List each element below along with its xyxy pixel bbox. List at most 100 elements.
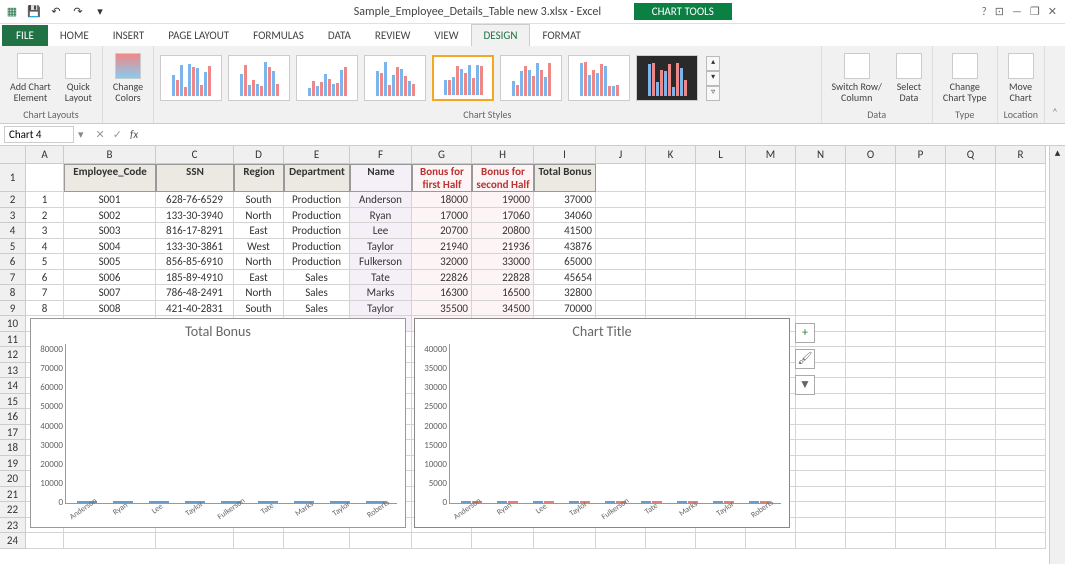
cell[interactable] <box>646 533 696 549</box>
col-header[interactable]: R <box>996 146 1046 164</box>
col-header[interactable]: N <box>796 146 846 164</box>
cell[interactable] <box>896 270 946 286</box>
cell[interactable] <box>846 192 896 208</box>
cell[interactable]: 16300 <box>412 285 472 301</box>
cell[interactable] <box>896 301 946 317</box>
cell[interactable]: Marks <box>350 285 412 301</box>
cell[interactable] <box>696 254 746 270</box>
style-down-icon[interactable]: ▾ <box>706 71 720 86</box>
cell[interactable] <box>796 518 846 534</box>
cell[interactable] <box>796 223 846 239</box>
ribbon-opts-icon[interactable]: ⊡ <box>995 5 1004 18</box>
cell[interactable] <box>996 363 1046 379</box>
minimize-icon[interactable]: — <box>1012 5 1022 18</box>
cell[interactable] <box>846 394 896 410</box>
tab-file[interactable]: FILE <box>2 25 48 46</box>
select-data-button[interactable]: Select Data <box>892 51 926 105</box>
cell[interactable] <box>646 301 696 317</box>
cell[interactable] <box>946 285 996 301</box>
cell[interactable] <box>946 316 996 332</box>
cell[interactable] <box>996 254 1046 270</box>
quick-layout-button[interactable]: Quick Layout <box>61 51 96 105</box>
cell[interactable] <box>846 223 896 239</box>
cell[interactable]: S002 <box>64 208 156 224</box>
cell[interactable]: 2 <box>26 208 64 224</box>
cell[interactable] <box>846 533 896 549</box>
cell[interactable] <box>796 425 846 441</box>
cell[interactable] <box>996 192 1046 208</box>
cell[interactable] <box>996 270 1046 286</box>
cell[interactable] <box>746 239 796 255</box>
cell[interactable] <box>896 456 946 472</box>
cell[interactable]: 70000 <box>534 301 596 317</box>
collapse-ribbon-icon[interactable]: ˄ <box>1045 106 1065 123</box>
cell[interactable] <box>696 223 746 239</box>
cell[interactable] <box>746 223 796 239</box>
chart-style-2[interactable] <box>228 55 290 101</box>
row-header[interactable]: 3 <box>0 208 26 224</box>
cell[interactable] <box>646 270 696 286</box>
cell[interactable] <box>64 533 156 549</box>
cell[interactable] <box>946 440 996 456</box>
chart-filters-button[interactable]: ▼ <box>795 375 815 395</box>
cell[interactable] <box>746 301 796 317</box>
header-cell[interactable] <box>796 164 846 192</box>
tab-home[interactable]: HOME <box>48 25 101 46</box>
name-box[interactable] <box>4 126 74 143</box>
cell[interactable] <box>896 425 946 441</box>
cell[interactable]: 133-30-3940 <box>156 208 234 224</box>
cell[interactable] <box>696 208 746 224</box>
cell[interactable] <box>846 502 896 518</box>
cell[interactable] <box>846 409 896 425</box>
cell[interactable] <box>26 533 64 549</box>
cell[interactable]: 20700 <box>412 223 472 239</box>
help-icon[interactable]: ? <box>982 5 987 18</box>
cell[interactable] <box>896 471 946 487</box>
cell[interactable]: North <box>234 208 284 224</box>
cell[interactable]: 1 <box>26 192 64 208</box>
cell[interactable]: East <box>234 223 284 239</box>
cell[interactable]: S003 <box>64 223 156 239</box>
col-header[interactable]: D <box>234 146 284 164</box>
col-header[interactable]: E <box>284 146 350 164</box>
switch-row-col-button[interactable]: Switch Row/ Column <box>828 51 886 105</box>
cell[interactable]: North <box>234 254 284 270</box>
cell[interactable]: S006 <box>64 270 156 286</box>
cell[interactable] <box>946 456 996 472</box>
cell[interactable]: 33000 <box>472 254 534 270</box>
cell[interactable] <box>896 239 946 255</box>
chart-style-5[interactable] <box>432 55 494 101</box>
header-cell[interactable] <box>746 164 796 192</box>
cell[interactable] <box>896 363 946 379</box>
header-cell[interactable] <box>846 164 896 192</box>
cell[interactable] <box>996 223 1046 239</box>
header-cell[interactable] <box>946 164 996 192</box>
cell[interactable] <box>412 533 472 549</box>
cell[interactable] <box>646 285 696 301</box>
cell[interactable] <box>746 270 796 286</box>
cell[interactable]: 18000 <box>412 192 472 208</box>
header-cell[interactable] <box>596 164 646 192</box>
cell[interactable]: 65000 <box>534 254 596 270</box>
chart-style-7[interactable] <box>568 55 630 101</box>
cell[interactable]: 41500 <box>534 223 596 239</box>
cell[interactable] <box>996 347 1046 363</box>
cell[interactable] <box>946 533 996 549</box>
cell[interactable]: East <box>234 270 284 286</box>
cell[interactable]: 20800 <box>472 223 534 239</box>
cell[interactable] <box>846 239 896 255</box>
cell[interactable] <box>796 270 846 286</box>
save-icon[interactable]: 💾 <box>26 4 42 20</box>
cell[interactable] <box>796 394 846 410</box>
cell[interactable] <box>596 192 646 208</box>
tab-data[interactable]: DATA <box>316 25 363 46</box>
cell[interactable] <box>996 487 1046 503</box>
cell[interactable]: 21940 <box>412 239 472 255</box>
cell[interactable] <box>996 440 1046 456</box>
tab-insert[interactable]: INSERT <box>101 25 157 46</box>
row-header[interactable]: 8 <box>0 285 26 301</box>
chart-title[interactable]: Total Bonus <box>31 319 405 344</box>
add-chart-element-button[interactable]: Add Chart Element <box>6 51 55 105</box>
cell[interactable]: 856-85-6910 <box>156 254 234 270</box>
cell[interactable]: 37000 <box>534 192 596 208</box>
